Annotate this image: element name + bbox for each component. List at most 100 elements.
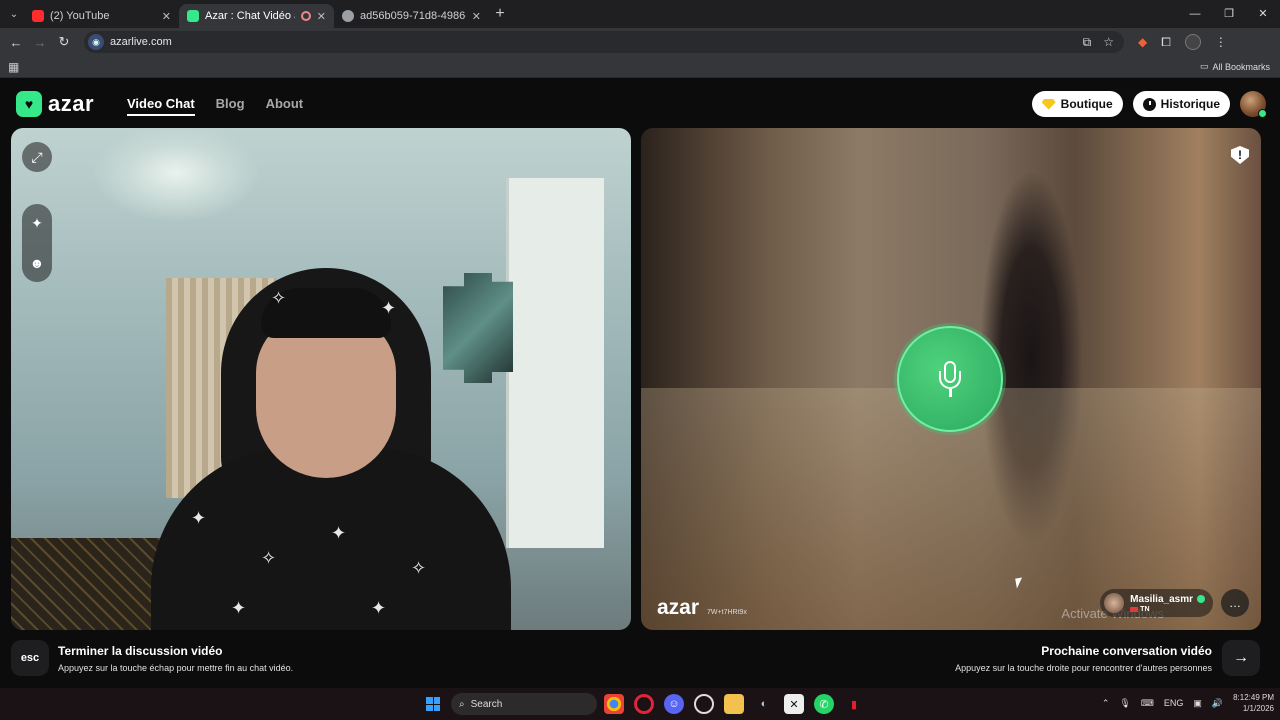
nav-video-chat[interactable]: Video Chat [127,96,195,116]
tab-azar[interactable]: Azar : Chat Vidéo avec de n ✕ [179,4,334,28]
report-shield-icon[interactable]: ! [1231,146,1249,164]
partner-country: TN [1130,606,1205,613]
tab-title: ad56b059-71d8-4986-8d15-cc [360,10,466,22]
volume-icon[interactable]: 🔊 [1212,698,1223,709]
boutique-label: Boutique [1060,97,1113,111]
partner-name: Masilia_asmr [1130,593,1193,605]
back-icon[interactable]: ← [4,35,28,50]
azar-logo[interactable]: ♥ azar [16,91,94,117]
taskbar-clock[interactable]: 8:12:49 PM 1/1/2026 [1233,692,1274,714]
network-icon[interactable]: ▣ [1193,698,1202,709]
tab-uuid[interactable]: ad56b059-71d8-4986-8d15-cc ✕ [334,4,489,28]
globe-favicon-icon [342,10,354,22]
azar-logo-icon: ♥ [16,91,42,117]
tab-search-chevron-icon[interactable]: ⌄ [4,4,24,24]
profile-avatar-icon[interactable] [1184,34,1201,50]
close-window-icon[interactable]: ✕ [1246,0,1280,28]
browser-menu-icon[interactable]: ⋮ [1215,35,1227,49]
mic-tray-icon[interactable]: 🎙 [1119,698,1130,709]
microphone-button[interactable] [897,326,1003,432]
sparkle-effects-icon[interactable]: ✦ [22,208,52,238]
video-background-rug [11,538,171,630]
capcut-icon[interactable]: ✕ [784,694,804,714]
user-avatar[interactable] [1240,91,1267,118]
expand-icon[interactable]: ⤢ [22,142,52,172]
tab-title: Azar : Chat Vidéo avec de n [205,10,295,22]
restore-icon[interactable]: ❐ [1212,0,1246,28]
nav-about[interactable]: About [266,96,304,116]
youtube-favicon-icon [32,10,44,22]
verified-badge-icon [1197,595,1205,603]
hoodie-pattern-icon: ✦ [231,598,247,618]
next-arrow-button[interactable]: → [1222,640,1260,676]
partner-profile-chip[interactable]: Masilia_asmr TN [1100,589,1213,617]
file-explorer-icon[interactable] [724,694,744,714]
azar-logo-text: azar [48,91,95,116]
azar-favicon-icon [187,10,199,22]
folder-icon: ▭ [1199,61,1209,71]
tab-youtube[interactable]: (2) YouTube ✕ [24,4,179,28]
site-settings-icon[interactable]: ◉ [88,34,104,50]
opera-icon[interactable] [634,694,654,714]
obs-icon[interactable] [694,694,714,714]
historique-button[interactable]: Historique [1132,91,1230,117]
all-bookmarks-button[interactable]: ▭ All Bookmarks [1200,61,1270,72]
hoodie-pattern-icon: ✦ [371,598,387,618]
end-chat-subtitle: Appuyez sur la touche échap pour mettre … [58,663,294,673]
minimize-icon[interactable]: — [1178,0,1212,28]
self-video: ✦ ✧ ✦ ✧ ✦ ✦ ✧ ✦ ⤢ ✦ ☻ [11,128,631,630]
next-chat-title: Prochaine conversation vidéo [1041,644,1212,658]
steam-icon[interactable]: ◐ [754,694,774,714]
discord-icon[interactable]: ☺ [664,694,684,714]
browser-tab-strip: ⌄ (2) YouTube ✕ Azar : Chat Vidéo avec d… [0,0,1280,28]
end-chat-hint: Terminer la discussion vidéo Appuyez sur… [58,644,293,673]
bottom-hints: esc Terminer la discussion vidéo Appuyez… [0,606,1280,688]
bookmark-star-icon[interactable]: ☆ [1103,35,1114,50]
site-header: ♥ azar Video Chat Blog About Boutique Hi… [0,80,1280,128]
extensions-puzzle-icon[interactable]: ⧠ [1161,35,1171,50]
language-indicator[interactable]: ENG [1164,698,1184,708]
search-placeholder: Search [470,698,503,710]
esc-key-button[interactable]: esc [11,640,49,676]
forward-icon[interactable]: → [28,35,52,50]
tray-overflow-icon[interactable]: ⌃ [1102,698,1110,709]
close-tab-icon[interactable]: ✕ [162,10,171,23]
window-controls: — ❐ ✕ [1178,0,1280,28]
online-status-dot [1258,109,1267,118]
chat-bubble-icon[interactable]: … [1221,589,1249,617]
system-tray: ⌃ 🎙 ⌨ ENG ▣ 🔊 8:12:49 PM 1/1/2026 [1102,692,1274,714]
country-code: TN [1140,605,1150,613]
nav-blog[interactable]: Blog [216,96,245,116]
reload-icon[interactable]: ↻ [52,34,76,50]
address-bar-row: ← → ↻ ◉ azarlive.com ⧉ ☆ ◆ ⧠ ⋮ [0,28,1280,56]
windows-start-icon[interactable] [426,697,440,711]
boutique-button[interactable]: Boutique [1031,91,1123,117]
extension-fox-icon[interactable]: ◆ [1138,35,1147,49]
close-tab-icon[interactable]: ✕ [472,10,481,23]
hoodie-pattern-icon: ✧ [261,548,277,568]
taskbar-apps: ☺ ◐ ✕ ✆ ▮ [604,694,864,714]
effects-tools: ✦ ☻ [22,184,52,282]
microphone-icon [939,361,961,397]
all-bookmarks-label: All Bookmarks [1212,61,1270,72]
hoodie-pattern-icon: ✦ [381,298,397,318]
whatsapp-icon[interactable]: ✆ [814,694,834,714]
close-tab-icon[interactable]: ✕ [317,10,326,23]
gem-icon [1041,98,1056,110]
bookmarks-bar: ▦ ▭ All Bookmarks [0,56,1280,78]
url-field[interactable]: ◉ azarlive.com ⧉ ☆ [84,31,1124,53]
cast-icon[interactable]: ⧉ [1083,35,1092,50]
watermark-logo: azar [657,596,700,619]
video-background-door [506,178,604,548]
chrome-icon[interactable] [604,694,624,714]
new-tab-button[interactable]: + [489,5,511,23]
taskbar-search[interactable]: ⌕ Search [451,693,597,715]
clock-time: 8:12:49 PM [1233,693,1274,702]
face-mask-icon[interactable]: ☻ [22,248,52,278]
azar-page: ♥ azar Video Chat Blog About Boutique Hi… [0,80,1280,688]
flag-icon [1130,606,1139,612]
app-red-icon[interactable]: ▮ [844,694,864,714]
keyboard-icon[interactable]: ⌨ [1141,698,1154,709]
clock-date: 1/1/2026 [1242,704,1274,713]
apps-grid-icon[interactable]: ▦ [8,60,19,74]
